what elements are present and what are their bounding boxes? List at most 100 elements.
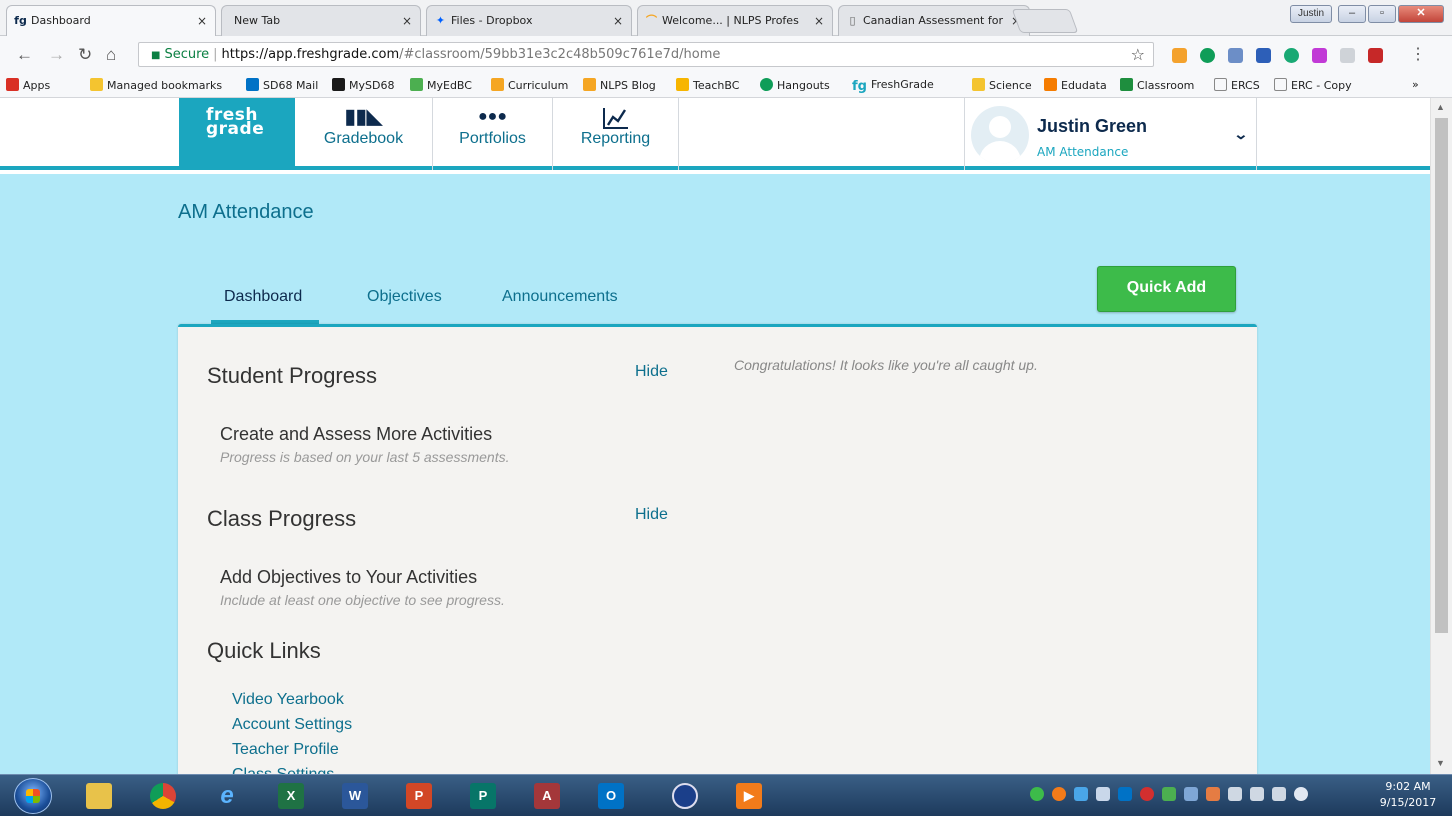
nav-gradebook[interactable]: ▮▮◣ Gradebook bbox=[295, 98, 433, 170]
hide-student-progress-link[interactable]: Hide bbox=[635, 363, 668, 381]
tray-app-icon[interactable] bbox=[1052, 787, 1066, 801]
bookmark-label: NLPS Blog bbox=[600, 79, 656, 92]
new-tab-button[interactable] bbox=[1011, 9, 1079, 33]
url-host: https://app.freshgrade.com bbox=[221, 47, 400, 62]
bookmark-erc-copy[interactable]: ERC - Copy bbox=[1274, 78, 1352, 92]
access-icon[interactable]: A bbox=[518, 780, 576, 813]
bookmark-nlps-blog[interactable]: NLPS Blog bbox=[583, 78, 656, 92]
acrobat-extension-icon[interactable] bbox=[1368, 48, 1383, 63]
close-tab-icon[interactable]: × bbox=[613, 14, 623, 28]
bookmarks-overflow[interactable]: » bbox=[1412, 78, 1419, 91]
close-tab-icon[interactable]: × bbox=[814, 14, 824, 28]
internet-explorer-icon[interactable]: e bbox=[198, 780, 256, 813]
maximize-button[interactable]: ▫ bbox=[1368, 5, 1396, 23]
avatar bbox=[971, 106, 1029, 164]
scrollbar-thumb[interactable] bbox=[1435, 118, 1448, 633]
tab-title: New Tab bbox=[234, 14, 281, 27]
hangouts-extension-icon[interactable] bbox=[1200, 48, 1215, 63]
tab-nlps[interactable]: ⌒ Welcome... | NLPS Profes × bbox=[637, 5, 833, 36]
extension-icon[interactable] bbox=[1340, 48, 1355, 63]
folder-icon bbox=[972, 78, 985, 91]
start-button[interactable] bbox=[14, 778, 52, 814]
bookmark-star-icon[interactable]: ☆ bbox=[1131, 43, 1145, 66]
tab-dashboard[interactable]: Dashboard bbox=[224, 288, 302, 306]
powerpoint-icon[interactable]: P bbox=[390, 780, 448, 813]
freshgrade-logo[interactable]: fresh grade bbox=[179, 98, 295, 170]
tab-new-tab[interactable]: New Tab × bbox=[221, 5, 421, 36]
bookmark-curriculum[interactable]: Curriculum bbox=[491, 78, 568, 92]
word-icon[interactable]: W bbox=[326, 780, 384, 813]
minimize-button[interactable]: – bbox=[1338, 5, 1366, 23]
user-menu[interactable]: Justin Green AM Attendance ⌄ bbox=[964, 98, 1257, 170]
back-icon[interactable]: ← bbox=[16, 45, 33, 65]
hide-class-progress-link[interactable]: Hide bbox=[635, 506, 668, 524]
extension-icon[interactable] bbox=[1172, 48, 1187, 63]
extension-icon[interactable] bbox=[1256, 48, 1271, 63]
home-icon[interactable]: ⌂ bbox=[106, 45, 116, 65]
scroll-down-icon[interactable]: ▼ bbox=[1436, 758, 1445, 768]
extension-icon[interactable] bbox=[1284, 48, 1299, 63]
reload-icon[interactable]: ↻ bbox=[78, 45, 92, 65]
bookmark-label: ERCS bbox=[1231, 79, 1260, 92]
nav-portfolios[interactable]: ●●● Portfolios bbox=[433, 98, 553, 170]
nav-reporting[interactable]: Reporting bbox=[553, 98, 679, 170]
outlook-icon[interactable]: O bbox=[582, 780, 640, 813]
bookmark-apps[interactable]: Apps bbox=[6, 78, 50, 92]
tray-status-icon[interactable] bbox=[1030, 787, 1044, 801]
translate-extension-icon[interactable] bbox=[1228, 48, 1243, 63]
bookmark-ercs[interactable]: ERCS bbox=[1214, 78, 1260, 92]
quick-link-video-yearbook[interactable]: Video Yearbook bbox=[232, 691, 344, 709]
system-clock[interactable]: 9:02 AM 9/15/2017 bbox=[1378, 779, 1438, 811]
tray-app-icon[interactable] bbox=[1206, 787, 1220, 801]
bookmark-teachbc[interactable]: TeachBC bbox=[676, 78, 739, 92]
bookmark-hangouts[interactable]: Hangouts bbox=[760, 78, 830, 92]
media-player-icon[interactable]: ▶ bbox=[720, 780, 778, 813]
bookmark-classroom[interactable]: Classroom bbox=[1120, 78, 1194, 92]
tab-title: Dashboard bbox=[31, 14, 91, 27]
chrome-icon[interactable] bbox=[134, 780, 192, 813]
quick-add-button[interactable]: Quick Add bbox=[1097, 266, 1236, 312]
publisher-icon[interactable]: P bbox=[454, 780, 512, 813]
tab-dashboard[interactable]: fg Dashboard × bbox=[6, 5, 216, 36]
forward-icon[interactable]: → bbox=[48, 45, 65, 65]
quick-link-class-settings[interactable]: Class Settings bbox=[232, 766, 334, 774]
tab-dropbox[interactable]: ✦ Files - Dropbox × bbox=[426, 5, 632, 36]
url-input[interactable]: ■ Secure | https://app.freshgrade.com/#clas… bbox=[138, 42, 1154, 67]
extension-icon[interactable] bbox=[1312, 48, 1327, 63]
flag-icon[interactable] bbox=[1228, 787, 1242, 801]
power-icon[interactable] bbox=[1250, 787, 1264, 801]
profile-button[interactable]: Justin bbox=[1290, 5, 1332, 23]
tray-app-icon[interactable] bbox=[1162, 787, 1176, 801]
quick-link-account-settings[interactable]: Account Settings bbox=[232, 716, 352, 734]
remote-desktop-icon[interactable] bbox=[656, 780, 714, 813]
dropbox-icon[interactable] bbox=[1074, 787, 1088, 801]
chevron-down-icon[interactable]: ⌄ bbox=[1233, 126, 1248, 143]
bookmark-managed[interactable]: Managed bookmarks bbox=[90, 78, 222, 92]
caught-up-message: Congratulations! It looks like you're al… bbox=[734, 357, 1038, 373]
mail-icon[interactable] bbox=[1096, 787, 1110, 801]
bookmark-mysd68[interactable]: MySD68 bbox=[332, 78, 394, 92]
bookmark-edudata[interactable]: Edudata bbox=[1044, 78, 1107, 92]
close-window-button[interactable]: ✕ bbox=[1398, 5, 1444, 23]
quick-link-teacher-profile[interactable]: Teacher Profile bbox=[232, 741, 339, 759]
volume-icon[interactable] bbox=[1294, 787, 1308, 801]
network-icon[interactable] bbox=[1184, 787, 1198, 801]
file-explorer-icon[interactable] bbox=[70, 780, 128, 813]
menu-icon[interactable]: ⋮ bbox=[1410, 44, 1426, 64]
tab-canadian-assessment[interactable]: ▯ Canadian Assessment for × bbox=[838, 5, 1030, 36]
page-scrollbar[interactable]: ▲ ▼ bbox=[1430, 98, 1452, 774]
display-icon[interactable] bbox=[1272, 787, 1286, 801]
bookmark-science[interactable]: Science bbox=[972, 78, 1032, 92]
bookmark-sd68-mail[interactable]: SD68 Mail bbox=[246, 78, 318, 92]
tray-app-icon[interactable] bbox=[1140, 787, 1154, 801]
close-tab-icon[interactable]: × bbox=[402, 14, 412, 28]
bookmark-freshgrade[interactable]: fg FreshGrade bbox=[852, 78, 934, 94]
bookmark-myedbc[interactable]: MyEdBC bbox=[410, 78, 472, 92]
tab-announcements[interactable]: Announcements bbox=[502, 288, 618, 306]
outlook-tray-icon[interactable] bbox=[1118, 787, 1132, 801]
lock-icon: ■ bbox=[151, 50, 161, 61]
scroll-up-icon[interactable]: ▲ bbox=[1436, 102, 1445, 112]
close-tab-icon[interactable]: × bbox=[197, 14, 207, 28]
tab-objectives[interactable]: Objectives bbox=[367, 288, 442, 306]
excel-icon[interactable]: X bbox=[262, 780, 320, 813]
